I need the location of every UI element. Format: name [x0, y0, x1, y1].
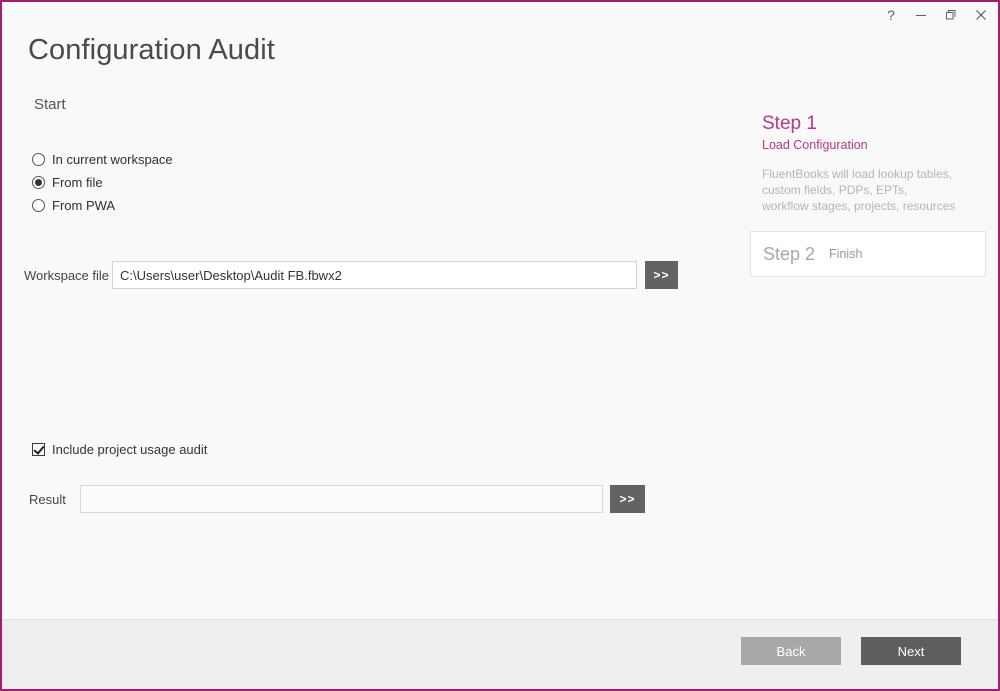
radio-label: From PWA [52, 198, 116, 213]
wizard-step-1-current: Step 1 Load Configuration FluentBooks wi… [750, 113, 986, 215]
help-icon-glyph: ? [887, 7, 895, 23]
workspace-file-row: Workspace file >> [2, 261, 702, 291]
radio-label: In current workspace [52, 152, 173, 167]
step-1-description-line: FluentBooks will load lookup tables, [762, 166, 953, 181]
workspace-file-label: Workspace file [24, 268, 110, 283]
radio-icon [32, 153, 45, 166]
radio-icon-selected [32, 176, 45, 189]
wizard-steps-panel: Step 1 Load Configuration FluentBooks wi… [750, 113, 986, 278]
dialog-body: Configuration Audit Start In current wor… [2, 28, 998, 619]
close-icon[interactable] [966, 3, 996, 27]
step-2-title: Step 2 [763, 243, 816, 264]
radio-in-current-workspace[interactable]: In current workspace [32, 148, 173, 171]
help-icon[interactable]: ? [876, 3, 906, 27]
wizard-step-2[interactable]: Step 2 Finish [750, 231, 986, 278]
result-row: Result >> [2, 485, 702, 513]
step-1-description-line: custom fields, PDPs, EPTs, [762, 183, 908, 198]
workspace-file-browse-button[interactable]: >> [645, 261, 678, 289]
title-bar: ? [2, 2, 998, 28]
checkbox-icon-checked [32, 443, 45, 456]
minimize-icon[interactable] [906, 3, 936, 27]
radio-from-pwa[interactable]: From PWA [32, 194, 173, 217]
result-label: Result [29, 492, 66, 507]
include-project-usage-audit-checkbox[interactable]: Include project usage audit [32, 442, 207, 457]
application-window: ? Configuration Audit Start In current w… [0, 0, 1000, 691]
back-button[interactable]: Back [741, 637, 841, 665]
window-controls: ? [876, 2, 996, 28]
step-2-subtitle: Finish [829, 247, 863, 262]
dialog-footer: Back Next [2, 619, 998, 689]
radio-label: From file [52, 175, 103, 190]
result-browse-button[interactable]: >> [610, 485, 645, 513]
step-1-description-line: workflow stages, projects, resources [762, 199, 956, 214]
result-input[interactable] [80, 485, 603, 513]
radio-from-file[interactable]: From file [32, 171, 173, 194]
page-title: Configuration Audit [28, 34, 275, 66]
configuration-source-radio-group: In current workspace From file From PWA [32, 148, 173, 217]
radio-icon [32, 199, 45, 212]
section-heading-start: Start [34, 96, 66, 113]
checkbox-label: Include project usage audit [52, 442, 208, 457]
next-button[interactable]: Next [861, 637, 961, 665]
step-1-title: Step 1 [762, 113, 817, 134]
step-1-description: FluentBooks will load lookup tables, cus… [762, 166, 986, 215]
workspace-file-input[interactable] [112, 261, 637, 289]
restore-icon[interactable] [936, 3, 966, 27]
step-1-subtitle: Load Configuration [762, 137, 868, 152]
